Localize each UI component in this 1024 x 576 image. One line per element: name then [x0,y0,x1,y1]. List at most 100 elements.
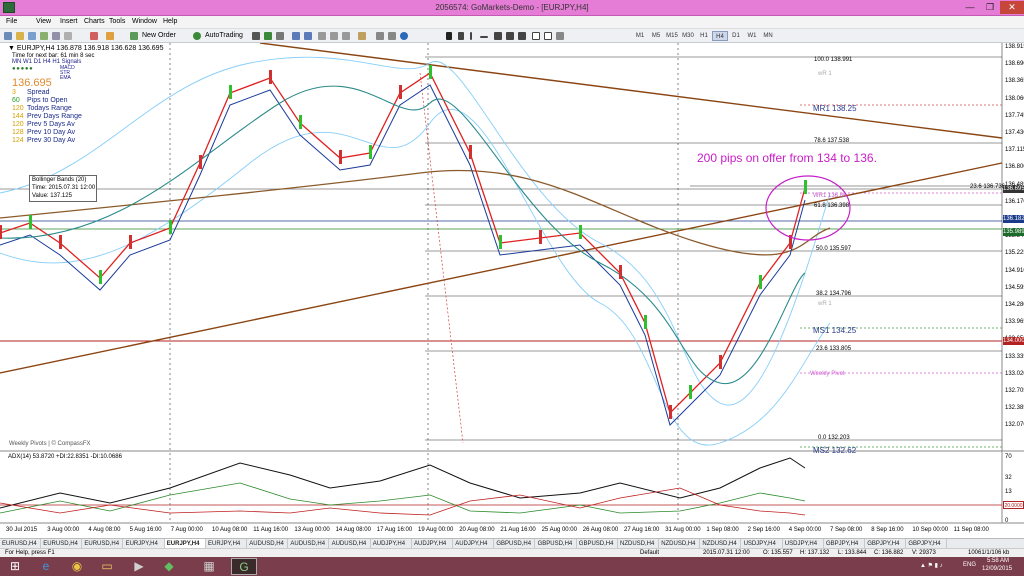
candle [29,215,32,229]
text-icon[interactable] [532,32,540,40]
tf-h1-button[interactable]: H1 [696,31,712,41]
autoscroll-icon[interactable] [330,32,338,40]
clock-icon[interactable] [400,32,408,40]
tf-m15-button[interactable]: M15 [664,31,680,41]
time-tick: 7 Aug 00:00 [170,527,203,533]
tf-d1-button[interactable]: D1 [728,31,744,41]
autotrading-icon[interactable] [193,32,201,40]
fib-label: 38.2 134.796 [816,291,852,297]
market-watch-icon[interactable] [28,32,36,40]
tf-m5-button[interactable]: M5 [648,31,664,41]
bar-chart-icon[interactable] [252,32,260,40]
chart-canvas[interactable] [0,43,1024,538]
time-tick: 13 Aug 00:00 [294,527,330,533]
price-tick: 133.965 [1005,319,1024,326]
time-tick: 27 Aug 16:00 [624,527,660,533]
app-icon[interactable]: ◆ [156,558,182,575]
ie-icon[interactable]: e [33,558,59,575]
candle [644,315,647,329]
profiles-icon[interactable] [16,32,24,40]
clock-date[interactable]: 12/09/2015 [982,566,1012,572]
tray-icons[interactable]: ▲ ⚑ ▮ ♪ [920,562,943,569]
horizontal-line-icon[interactable] [480,36,488,38]
candle [759,275,762,289]
menu-charts[interactable]: Charts [84,18,105,25]
stat-prev-5-days: 120 Prev 5 Days Av [12,121,75,128]
navigator-icon[interactable] [40,32,48,40]
indicators-icon[interactable] [358,32,366,40]
new-order-button[interactable]: New Order [142,31,176,41]
explorer-icon[interactable]: ▭ [94,558,120,575]
menu-tools[interactable]: Tools [109,18,125,25]
start-icon[interactable]: ⊞ [2,558,28,575]
cursor-icon[interactable] [446,32,452,40]
menu-file[interactable]: File [6,18,17,25]
time-tick: 4 Aug 08:00 [88,527,121,533]
zoom-out-icon[interactable] [304,32,312,40]
candle [199,155,202,169]
plus-di-line [0,482,806,514]
chrome-icon[interactable]: ◉ [64,558,90,575]
text-label-icon[interactable] [544,32,552,40]
status-profile[interactable]: Default [640,550,659,556]
maximize-button[interactable]: ❐ [980,1,1000,14]
stat-prev-days-range: 144 Prev Days Range [12,113,82,120]
menu-window[interactable]: Window [132,18,157,25]
tf-m30-button[interactable]: M30 [680,31,696,41]
new-chart-icon[interactable] [4,32,12,40]
weekly-pivot-label: Weekly Pivot [810,371,845,377]
pips-annotation: 200 pips on offer from 134 to 136. [697,151,877,165]
strategy-tester-icon[interactable] [64,32,72,40]
stat-prev-30-day: 124 Prev 30 Day Av [12,137,76,144]
time-tick: 10 Aug 08:00 [212,527,248,533]
stat-spread: 3 Spread [12,89,50,96]
arrows-icon[interactable] [556,32,564,40]
equidistant-channel-icon[interactable] [506,32,514,40]
menu-insert[interactable]: Insert [60,18,78,25]
line-chart-icon[interactable] [276,32,284,40]
menu-view[interactable]: View [36,18,51,25]
periods-icon[interactable] [376,32,384,40]
vertical-line-icon[interactable] [470,32,472,40]
pivots-watermark: Weekly Pivots | © CompassFX [9,441,91,447]
price-box-green: 135.989 [1003,228,1024,236]
signal-ema: EMA [60,75,71,81]
bollinger-tooltip: Bollinger Bands (20) Time: 2015.07.31 12… [29,175,97,202]
options-icon[interactable] [106,32,114,40]
tf-h4-button[interactable]: H4 [712,31,728,41]
minimize-button[interactable]: — [960,1,980,14]
candle-chart-icon[interactable] [264,32,272,40]
tf-m1-button[interactable]: M1 [632,31,648,41]
tf-mn-button[interactable]: MN [760,31,776,41]
close-button[interactable]: ✕ [1000,1,1024,14]
price-tick: 137.745 [1005,112,1024,119]
new-order-icon[interactable] [130,32,138,40]
metatrader-taskbar-icon[interactable]: G [231,558,257,575]
candle [269,70,272,84]
templates-icon[interactable] [388,32,396,40]
language-indicator[interactable]: ENG [963,562,976,568]
time-tick: 14 Aug 08:00 [335,527,371,533]
terminal-icon[interactable] [52,32,60,40]
crosshair-icon[interactable] [458,32,464,40]
tf-w1-button[interactable]: W1 [744,31,760,41]
autotrading-button[interactable]: AutoTrading [205,31,243,41]
status-help: For Help, press F1 [5,550,55,556]
menu-help[interactable]: Help [163,18,177,25]
time-tick: 2 Sep 16:00 [747,527,780,533]
tile-windows-icon[interactable] [318,32,326,40]
candle [689,385,692,399]
fibonacci-icon[interactable] [518,32,526,40]
chart-shift-icon[interactable] [342,32,350,40]
tooltip-line: Value: 137.125 [32,193,72,199]
app-icon[interactable]: ▦ [196,558,222,575]
candle [539,230,542,244]
status-open: O: 135.557 [763,550,793,556]
metaeditor-icon[interactable] [90,32,98,40]
zoom-in-icon[interactable] [292,32,300,40]
trendline-icon[interactable] [494,32,502,40]
chart-window[interactable]: ▼ EURJPY,H4 136.878 136.918 136.628 136.… [0,43,1024,538]
adx-label: ADX(14) 53.8720 +DI:22.8351 -DI:10.0686 [8,454,122,460]
media-icon[interactable]: ▶ [126,558,152,575]
clock-time[interactable]: 5:58 AM [987,558,1009,564]
